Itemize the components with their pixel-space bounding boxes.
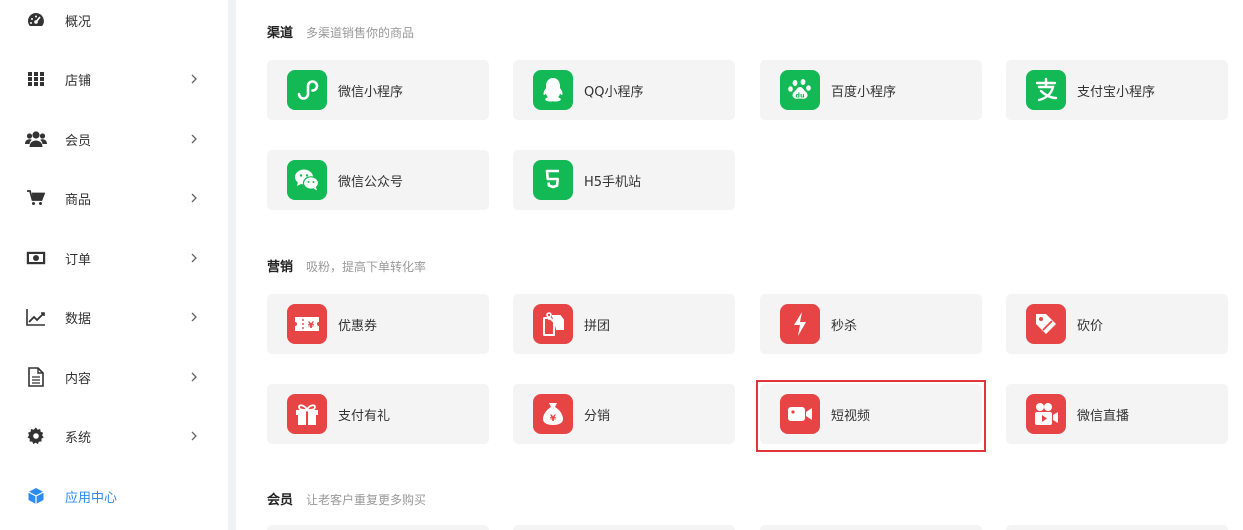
money-bag-icon: ¥ bbox=[533, 394, 573, 434]
price-tag-icon bbox=[1026, 304, 1066, 344]
app-card-bargain[interactable]: 砍价 bbox=[1006, 294, 1228, 354]
section-desc-marketing: 吸粉，提高下单转化率 bbox=[306, 260, 427, 274]
svg-text:¥: ¥ bbox=[308, 321, 315, 331]
gift-icon bbox=[287, 394, 327, 434]
lightning-icon bbox=[780, 304, 820, 344]
app-card-label: 微信小程序 bbox=[338, 85, 404, 100]
app-card-label: 微信直播 bbox=[1077, 409, 1130, 424]
app-card-flash-sale[interactable]: 秒杀 bbox=[760, 294, 982, 354]
coupon-icon: ¥ bbox=[287, 304, 327, 344]
wechat-icon bbox=[287, 160, 327, 200]
mini-program-icon bbox=[287, 70, 327, 110]
sidebar-item-label: 商品 bbox=[65, 192, 92, 208]
chevron-right-icon bbox=[188, 311, 200, 323]
app-card-label: 拼团 bbox=[584, 319, 611, 334]
app-card-label: 优惠券 bbox=[338, 319, 378, 334]
app-card-partial[interactable] bbox=[760, 525, 982, 530]
svg-text:du: du bbox=[795, 92, 805, 100]
app-card-partial[interactable] bbox=[513, 525, 735, 530]
sidebar-item-system[interactable]: 系统 bbox=[0, 416, 228, 456]
alipay-icon bbox=[1026, 70, 1066, 110]
app-card-label: H5手机站 bbox=[584, 175, 642, 190]
money-icon bbox=[25, 247, 47, 269]
baidu-paw-icon: du bbox=[780, 70, 820, 110]
document-icon bbox=[25, 366, 47, 388]
app-card-label: 支付有礼 bbox=[338, 409, 391, 424]
app-card-alipay-mini-program[interactable]: 支付宝小程序 bbox=[1006, 60, 1228, 120]
app-card-label: 分销 bbox=[584, 409, 611, 424]
sidebar-item-label: 系统 bbox=[65, 430, 92, 446]
section-title-members: 会员 bbox=[267, 493, 294, 508]
app-card-label: 微信公众号 bbox=[338, 175, 404, 190]
app-card-label: QQ小程序 bbox=[584, 85, 644, 100]
sidebar-item-products[interactable]: 商品 bbox=[0, 178, 228, 218]
app-card-label: 支付宝小程序 bbox=[1077, 85, 1156, 100]
sidebar-item-label: 会员 bbox=[65, 133, 92, 149]
section-title-marketing: 营销 bbox=[267, 260, 294, 275]
sidebar-item-label: 订单 bbox=[65, 252, 92, 268]
gear-icon bbox=[25, 425, 47, 447]
dashboard-icon bbox=[25, 9, 47, 31]
grid-icon bbox=[25, 68, 47, 90]
cube-icon bbox=[25, 485, 47, 507]
chevron-right-icon bbox=[188, 73, 200, 85]
chevron-right-icon bbox=[188, 371, 200, 383]
sidebar-item-orders[interactable]: 订单 bbox=[0, 238, 228, 278]
section-desc-channels: 多渠道销售你的商品 bbox=[306, 26, 415, 40]
sidebar-item-app-center[interactable]: 应用中心 bbox=[0, 476, 228, 516]
group-buy-icon bbox=[533, 304, 573, 344]
sidebar-item-members[interactable]: 会员 bbox=[0, 119, 228, 159]
app-card-baidu-mini-program[interactable]: du 百度小程序 bbox=[760, 60, 982, 120]
sidebar-item-overview[interactable]: 概况 bbox=[0, 0, 228, 40]
app-center-panel: 渠道 多渠道销售你的商品 微信小程序 QQ小程序 du 百度小程序 支付宝小程序… bbox=[236, 0, 1243, 530]
html5-icon bbox=[533, 160, 573, 200]
sidebar-item-label: 数据 bbox=[65, 311, 92, 327]
app-card-qq-mini-program[interactable]: QQ小程序 bbox=[513, 60, 735, 120]
app-card-h5-mobile-site[interactable]: H5手机站 bbox=[513, 150, 735, 210]
app-card-wechat-mini-program[interactable]: 微信小程序 bbox=[267, 60, 489, 120]
app-card-label: 砍价 bbox=[1077, 319, 1104, 334]
app-card-label: 秒杀 bbox=[831, 319, 858, 334]
sidebar-item-data[interactable]: 数据 bbox=[0, 297, 228, 337]
app-card-wechat-official-account[interactable]: 微信公众号 bbox=[267, 150, 489, 210]
chevron-right-icon bbox=[188, 192, 200, 204]
chart-line-icon bbox=[25, 306, 47, 328]
chevron-right-icon bbox=[188, 133, 200, 145]
app-card-pay-gift[interactable]: 支付有礼 bbox=[267, 384, 489, 444]
section-title-channels: 渠道 bbox=[267, 26, 294, 41]
live-camera-icon bbox=[1026, 394, 1066, 434]
video-camera-icon bbox=[780, 394, 820, 434]
app-card-distribution[interactable]: ¥ 分销 bbox=[513, 384, 735, 444]
sidebar-item-store[interactable]: 店铺 bbox=[0, 59, 228, 99]
sidebar-item-label: 内容 bbox=[65, 371, 92, 387]
app-card-coupon[interactable]: ¥ 优惠券 bbox=[267, 294, 489, 354]
sidebar-item-label: 店铺 bbox=[65, 73, 92, 89]
qq-penguin-icon bbox=[533, 70, 573, 110]
cart-icon bbox=[25, 187, 47, 209]
app-card-label: 百度小程序 bbox=[831, 85, 897, 100]
sidebar-item-label: 应用中心 bbox=[65, 490, 118, 506]
sidebar: 概况 店铺 会员 商品 订单 数据 内容 系统 应用中心 bbox=[0, 0, 228, 530]
app-card-short-video[interactable]: 短视频 bbox=[756, 380, 986, 452]
app-card-partial[interactable] bbox=[1006, 525, 1228, 530]
sidebar-item-label: 概况 bbox=[65, 14, 92, 30]
app-card-group-buy[interactable]: 拼团 bbox=[513, 294, 735, 354]
chevron-right-icon bbox=[188, 430, 200, 442]
users-icon bbox=[25, 128, 47, 150]
sidebar-item-content[interactable]: 内容 bbox=[0, 357, 228, 397]
chevron-right-icon bbox=[188, 252, 200, 264]
app-card-partial[interactable] bbox=[267, 525, 489, 530]
section-desc-members: 让老客户重复更多购买 bbox=[306, 493, 427, 507]
app-card-wechat-live[interactable]: 微信直播 bbox=[1006, 384, 1228, 444]
app-card-label: 短视频 bbox=[831, 409, 871, 424]
svg-text:¥: ¥ bbox=[550, 414, 557, 424]
